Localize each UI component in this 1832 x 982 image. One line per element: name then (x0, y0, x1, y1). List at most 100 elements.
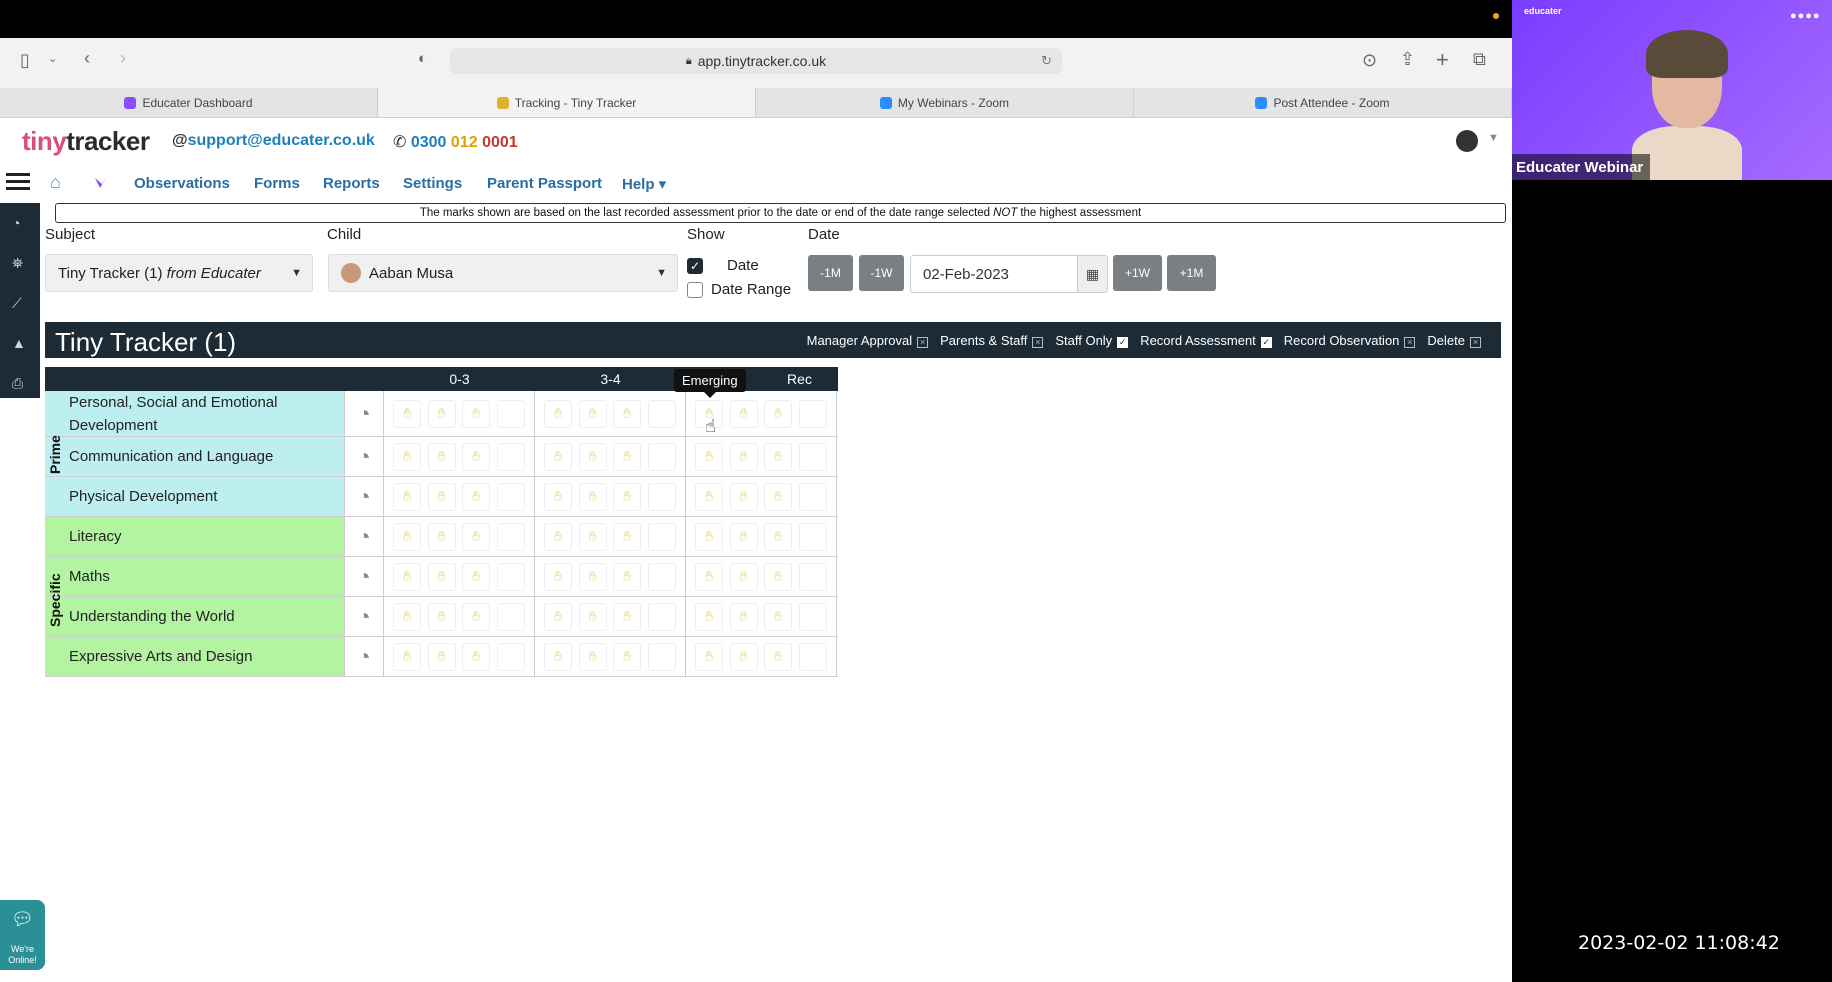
hand-mark-icon[interactable]: ✋︎ (613, 482, 642, 511)
unchecked-box-icon[interactable]: × (1470, 337, 1481, 348)
hand-mark-icon[interactable]: ✋︎ (729, 642, 758, 671)
hand-mark-icon[interactable]: ✋︎ (427, 602, 456, 631)
hand-mark-icon[interactable]: ✋︎ (578, 642, 607, 671)
assessment-slot[interactable]: ✋︎ (496, 482, 525, 511)
sidebar-toggle-icon[interactable]: ▯ (20, 50, 30, 71)
pie-chart-icon[interactable]: ◔ (344, 477, 384, 516)
pie-chart-icon[interactable]: ◔ (344, 557, 384, 596)
assessment-slot[interactable]: ✋︎ (647, 602, 676, 631)
assessment-slot[interactable]: ✋︎ (798, 602, 827, 631)
assessment-slot[interactable]: ✋︎ (798, 399, 827, 428)
assessment-slot[interactable]: ✋︎ (798, 562, 827, 591)
minus-month-button[interactable]: -1M (808, 255, 853, 291)
reload-icon[interactable]: ↻ (1041, 53, 1052, 69)
hand-mark-icon[interactable]: ✋︎ (729, 442, 758, 471)
hand-mark-icon[interactable]: ✋︎ (764, 399, 793, 428)
hand-mark-icon[interactable]: ✋︎ (462, 602, 491, 631)
hand-mark-icon[interactable]: ✋︎ (578, 399, 607, 428)
checked-box-icon[interactable]: ✓ (1260, 337, 1272, 348)
hand-mark-icon[interactable]: ✋︎ (695, 642, 724, 671)
permission-item[interactable]: Delete × (1427, 333, 1487, 348)
home-icon[interactable]: ⌂ (50, 172, 61, 193)
hand-mark-icon[interactable]: ✋︎ (729, 522, 758, 551)
hand-mark-icon[interactable]: ✋︎ (544, 482, 573, 511)
print-icon[interactable]: ⎙ (12, 375, 23, 392)
hand-mark-icon[interactable]: ✋︎ (729, 482, 758, 511)
assessment-slot[interactable]: ✋︎ (798, 442, 827, 471)
hand-mark-icon[interactable]: ✋︎ (462, 562, 491, 591)
show-date-range-checkbox[interactable] (687, 282, 703, 298)
area-label[interactable]: Physical Development (45, 477, 344, 516)
hand-mark-icon[interactable]: ✋︎ (613, 602, 642, 631)
subject-select[interactable]: Tiny Tracker (1) from Educater ▼ (45, 254, 313, 292)
hand-mark-icon[interactable]: ✋︎ (544, 642, 573, 671)
hand-mark-icon[interactable]: ✋︎ (427, 442, 456, 471)
educater-brand-icon[interactable] (94, 175, 108, 189)
hand-mark-icon[interactable]: ✋︎ (544, 522, 573, 551)
assessment-slot[interactable]: ✋︎ (647, 642, 676, 671)
assessment-slot[interactable]: ✋︎ (647, 522, 676, 551)
area-label[interactable]: Understanding the World (45, 597, 344, 636)
unchecked-box-icon[interactable]: × (1404, 337, 1416, 348)
back-icon[interactable]: ‹ (84, 48, 90, 69)
permission-item[interactable]: Manager Approval × (807, 333, 935, 348)
hand-mark-icon[interactable]: ✋︎ (578, 562, 607, 591)
permission-item[interactable]: Staff Only ✓ (1055, 333, 1134, 348)
hand-mark-icon[interactable]: ✋︎ (613, 399, 642, 428)
area-label[interactable]: Communication and Language (45, 437, 344, 476)
hand-mark-icon[interactable]: ✋︎ (578, 522, 607, 551)
assessment-slot[interactable]: ✋︎ (798, 522, 827, 551)
permission-item[interactable]: Record Assessment ✓ (1140, 333, 1278, 348)
hand-mark-icon[interactable]: ✋︎ (427, 482, 456, 511)
hand-mark-icon[interactable]: ✋︎ (462, 522, 491, 551)
hand-mark-icon[interactable]: ✋︎ (393, 399, 422, 428)
assessment-slot[interactable]: ✋︎ (798, 642, 827, 671)
hand-mark-icon[interactable]: ✋︎ (544, 602, 573, 631)
hand-mark-icon[interactable]: ✋︎ (695, 602, 724, 631)
tiny-tracker-logo[interactable]: tinytracker (22, 126, 150, 157)
hand-mark-icon[interactable]: ✋︎ (393, 562, 422, 591)
chevron-down-icon[interactable]: ⌄ (48, 52, 57, 65)
hand-mark-icon[interactable]: ✋︎ (613, 642, 642, 671)
plus-month-button[interactable]: +1M (1167, 255, 1216, 291)
tab-tracking[interactable]: Tracking - Tiny Tracker (378, 88, 756, 117)
hand-mark-icon[interactable]: ✋︎ (462, 482, 491, 511)
area-label[interactable]: Literacy (45, 517, 344, 556)
hand-mark-icon[interactable]: ✋︎ (393, 642, 422, 671)
hand-mark-icon[interactable]: ✋︎ (462, 642, 491, 671)
hand-mark-icon[interactable]: ✋︎ (393, 602, 422, 631)
hand-mark-icon[interactable]: ✋︎ (393, 442, 422, 471)
hand-mark-icon[interactable]: ✋︎ (578, 602, 607, 631)
pie-chart-icon[interactable]: ◔ (344, 437, 384, 476)
download-icon[interactable]: ⊙ (1362, 50, 1377, 71)
forward-icon[interactable]: › (120, 48, 126, 69)
date-input[interactable]: 02-Feb-2023 ▦ (910, 255, 1108, 293)
checked-box-icon[interactable]: ✓ (1117, 337, 1129, 348)
chat-widget[interactable]: 💬︎ We're Online! (0, 900, 45, 970)
minus-week-button[interactable]: -1W (859, 255, 904, 291)
hand-mark-icon[interactable]: ✋︎ (695, 562, 724, 591)
hand-mark-icon[interactable]: ✋︎ (729, 399, 758, 428)
pie-chart-icon[interactable]: ◔ (344, 517, 384, 556)
hand-mark-icon[interactable]: ✋︎ (764, 442, 793, 471)
hand-mark-icon[interactable]: ✋︎ (764, 522, 793, 551)
nav-observations[interactable]: Observations (134, 175, 230, 192)
assessment-slot[interactable]: ✋︎ (647, 562, 676, 591)
tab-post-attendee[interactable]: Post Attendee - Zoom (1134, 88, 1512, 117)
assessment-slot[interactable]: ✋︎ (496, 442, 525, 471)
nav-help[interactable]: Help ▾ (622, 175, 666, 193)
assessment-slot[interactable]: ✋︎ (647, 442, 676, 471)
binoculars-icon[interactable]: ⛯ (12, 255, 23, 272)
assessment-slot[interactable]: ✋︎ (798, 482, 827, 511)
menu-icon[interactable] (6, 173, 30, 191)
permission-item[interactable]: Record Observation × (1284, 333, 1422, 348)
tab-educater-dashboard[interactable]: Educater Dashboard (0, 88, 378, 117)
nav-settings[interactable]: Settings (403, 175, 462, 192)
unchecked-box-icon[interactable]: × (917, 337, 929, 348)
hand-mark-icon[interactable]: ✋︎ (729, 602, 758, 631)
chevron-down-icon[interactable]: ▼ (1488, 132, 1499, 144)
hand-mark-icon[interactable]: ✋︎ (764, 562, 793, 591)
hand-mark-icon[interactable]: ✋︎ (462, 399, 491, 428)
hand-mark-icon[interactable]: ✋︎ (544, 562, 573, 591)
hand-mark-icon[interactable]: ✋︎ (393, 522, 422, 551)
